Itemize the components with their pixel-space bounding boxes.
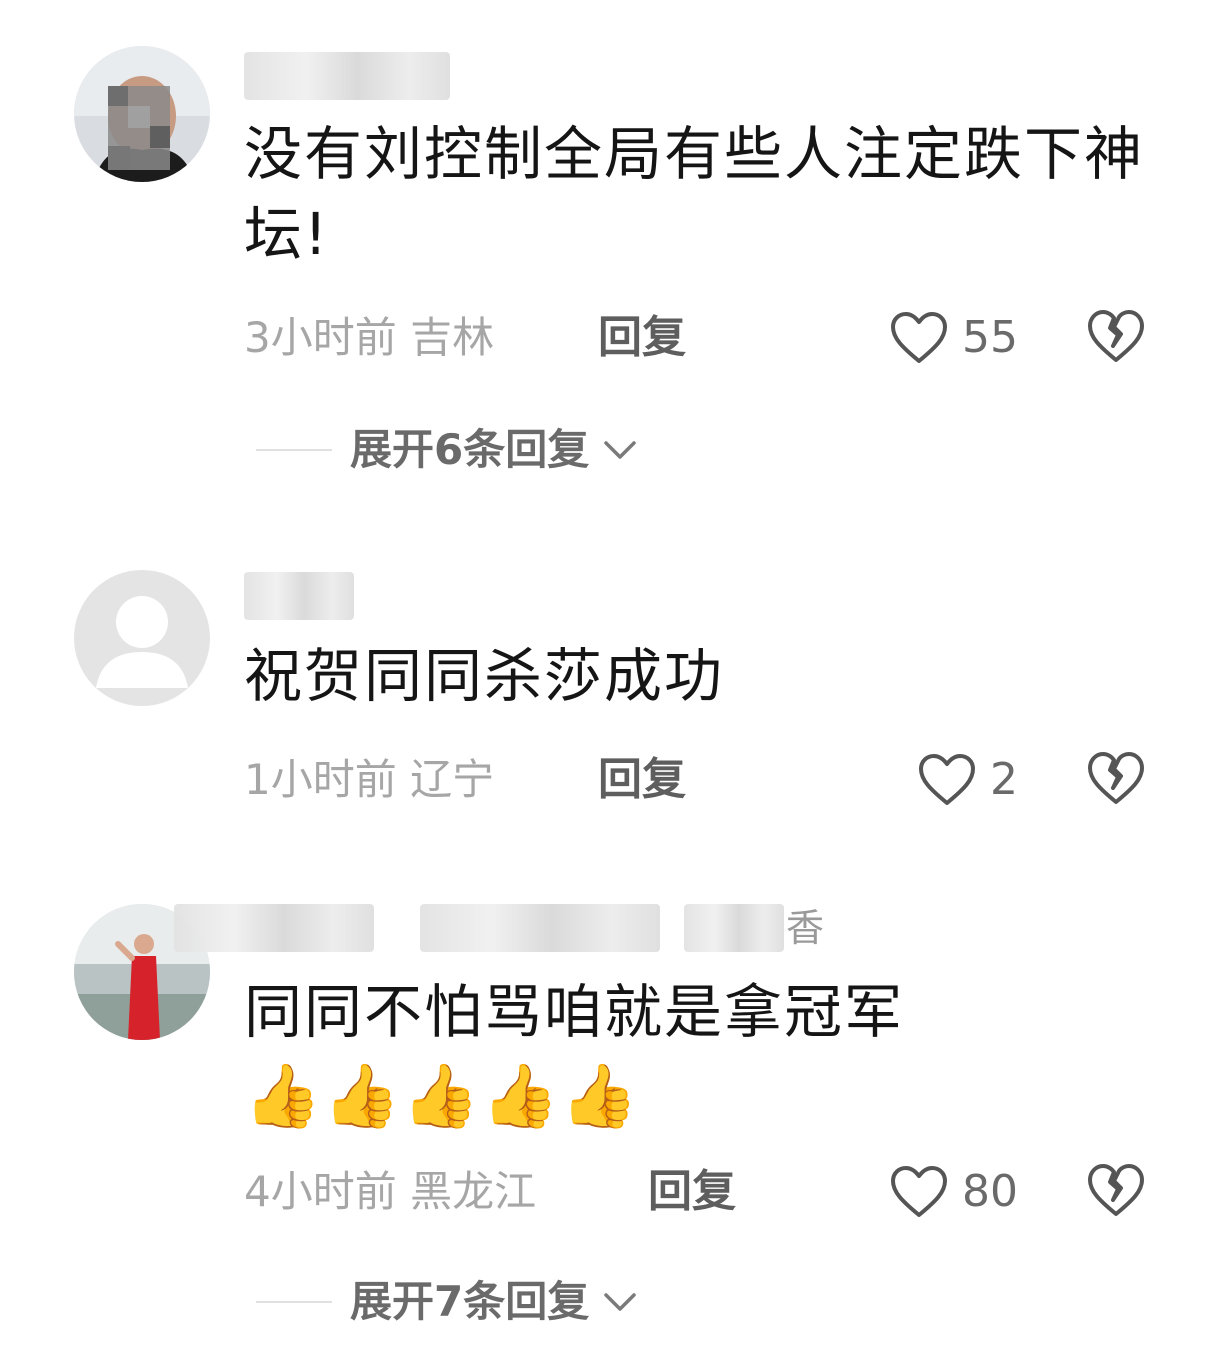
comment-meta: 3小时前 吉林: [244, 310, 494, 366]
username[interactable]: [244, 52, 464, 100]
expand-replies[interactable]: 展开6条回复: [256, 422, 637, 478]
like-count: 80: [962, 1166, 1018, 1217]
divider-line: [256, 1301, 332, 1303]
username-blur: [684, 904, 784, 952]
reply-button[interactable]: 回复: [648, 1164, 736, 1220]
comment-location: 吉林: [410, 313, 495, 362]
divider-line: [256, 449, 332, 451]
like-count: 55: [962, 312, 1018, 363]
username[interactable]: [244, 572, 464, 620]
reply-button[interactable]: 回复: [598, 310, 686, 366]
username[interactable]: 香: [174, 904, 844, 952]
comment-location: 黑龙江: [410, 1167, 537, 1216]
comment-item: 没有刘控制全局有些人注定跌下神坛! 3小时前 吉林 回复 55 展开6条回复: [0, 0, 1224, 520]
dislike-button[interactable]: [1086, 308, 1146, 368]
like-count: 2: [990, 754, 1018, 805]
thumbs-up-emoji: 👍👍👍👍👍: [244, 1058, 640, 1132]
comment-time: 3小时前: [244, 313, 397, 362]
username-blur: [420, 904, 660, 952]
avatar[interactable]: [74, 46, 210, 182]
avatar[interactable]: [74, 570, 210, 706]
dislike-button[interactable]: [1086, 1162, 1146, 1222]
expand-replies[interactable]: 展开7条回复: [256, 1274, 637, 1330]
dislike-button[interactable]: [1086, 750, 1146, 810]
heart-outline-icon: [919, 754, 975, 805]
like-button[interactable]: 80: [890, 1162, 1018, 1222]
reply-button[interactable]: 回复: [598, 752, 686, 808]
username-blur: [244, 572, 354, 620]
comment-time: 4小时前: [244, 1167, 397, 1216]
broken-heart-icon: [1088, 310, 1144, 362]
broken-heart-icon: [1088, 1164, 1144, 1216]
username-blur: [174, 904, 374, 952]
comment-time: 1小时前: [244, 755, 397, 804]
like-button[interactable]: 2: [918, 750, 1018, 810]
comment-meta: 1小时前 辽宁: [244, 752, 494, 808]
expand-replies-label: 展开6条回复: [350, 425, 590, 474]
expand-replies-label: 展开7条回复: [350, 1277, 590, 1326]
comment-text: 同同不怕骂咱就是拿冠军👍👍👍👍👍: [244, 972, 1144, 1136]
heart-outline-icon: [891, 1166, 947, 1217]
chevron-down-icon: [604, 1293, 636, 1311]
comment-text: 没有刘控制全局有些人注定跌下神坛!: [244, 120, 1145, 268]
comment-text: 祝贺同同杀莎成功: [244, 642, 725, 710]
username-blur: [244, 52, 450, 100]
broken-heart-icon: [1088, 752, 1144, 804]
like-button[interactable]: 55: [890, 308, 1018, 368]
comment-location: 辽宁: [410, 755, 495, 804]
comment-meta: 4小时前 黑龙江: [244, 1164, 536, 1220]
chevron-down-icon: [604, 441, 636, 459]
heart-outline-icon: [891, 312, 947, 363]
